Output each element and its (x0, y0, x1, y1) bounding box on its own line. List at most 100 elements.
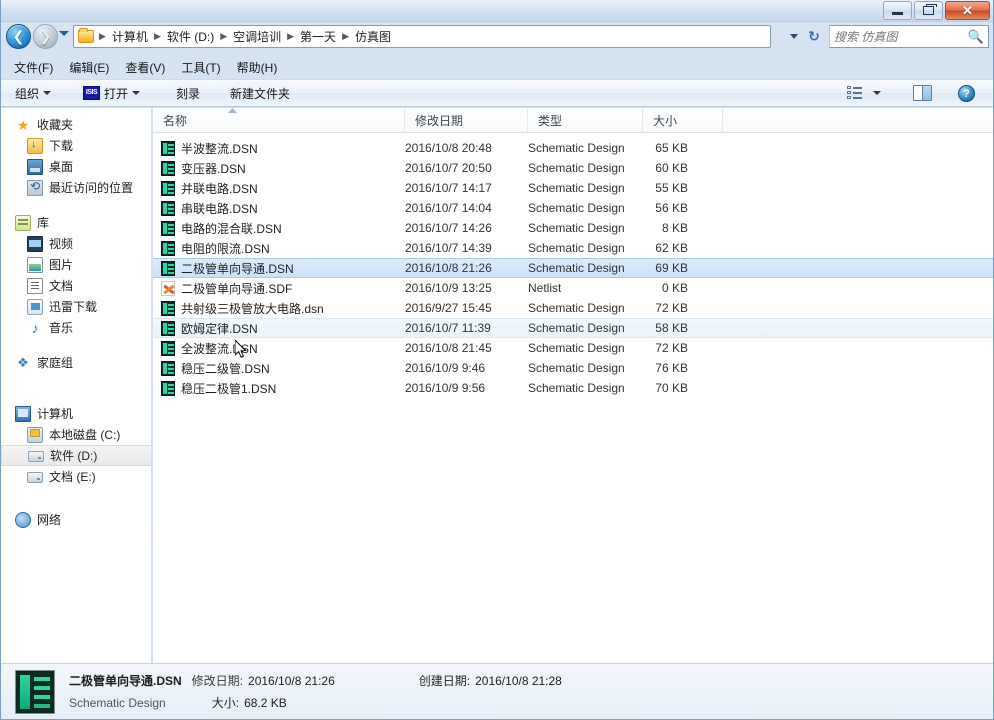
dsn-file-icon (161, 200, 175, 216)
breadcrumb-item-0[interactable]: 计算机 (108, 26, 152, 47)
column-header-date[interactable]: 修改日期 (405, 108, 528, 133)
sidebar-item-documents[interactable]: 文档 (1, 275, 151, 296)
maximize-button[interactable] (914, 1, 943, 20)
file-type-cell: Schematic Design (528, 241, 625, 255)
file-name-label: 并联电路.DSN (181, 181, 258, 196)
sidebar-item-label: 音乐 (49, 321, 74, 335)
sidebar-group-favorites[interactable]: ★ 收藏夹 (1, 114, 151, 135)
breadcrumb-item-3[interactable]: 第一天 (296, 26, 340, 47)
breadcrumb-item-2[interactable]: 空调培训 (229, 26, 285, 47)
column-header-type[interactable]: 类型 (528, 108, 643, 133)
history-dropdown-icon[interactable] (59, 31, 69, 36)
new-folder-button[interactable]: 新建文件夹 (222, 82, 298, 105)
search-input[interactable]: 搜索 仿真图 (834, 28, 968, 45)
file-size-cell: 72 KB (655, 301, 688, 315)
burn-button[interactable]: 刻录 (168, 82, 208, 105)
file-name-cell[interactable]: 半波整流.DSN (161, 140, 258, 157)
forward-button[interactable]: ❯ (33, 24, 58, 49)
chevron-down-icon (43, 91, 52, 95)
file-name-cell[interactable]: 全波整流.DSN (161, 340, 258, 357)
navigation-pane[interactable]: ★ 收藏夹 下载 桌面 最近访问的位置 库 视频 (1, 108, 152, 663)
file-name-cell[interactable]: 串联电路.DSN (161, 200, 258, 217)
menu-help[interactable]: 帮助(H) (230, 57, 285, 78)
sidebar-group-libraries[interactable]: 库 (1, 212, 151, 233)
file-name-cell[interactable]: 电路的混合联.DSN (161, 220, 282, 237)
file-list-pane[interactable]: 名称 修改日期 类型 大小 半波整流.DSN 2016/10/8 20:48 Sch… (153, 108, 993, 663)
sidebar-item-drive-e[interactable]: 文档 (E:) (1, 466, 151, 487)
table-row[interactable]: 电路的混合联.DSN 2016/10/7 14:26 Schematic Desig… (153, 218, 993, 238)
file-name-cell[interactable]: 稳压二级管.DSN (161, 360, 270, 377)
file-date-cell: 2016/10/8 21:26 (405, 261, 492, 275)
file-type-cell: Schematic Design (528, 301, 625, 315)
table-row[interactable]: 电阻的限流.DSN 2016/10/7 14:39 Schematic Design… (153, 238, 993, 258)
drive-icon (28, 451, 44, 462)
column-header-size[interactable]: 大小 (643, 108, 723, 133)
close-button[interactable]: ✕ (945, 1, 990, 20)
sidebar-item-drive-c[interactable]: 本地磁盘 (C:) (1, 424, 151, 445)
file-name-label: 全波整流.DSN (181, 341, 258, 356)
table-row[interactable]: 二极管单向导通.SDF 2016/10/9 13:25 Netlist 0 KB (153, 278, 993, 298)
file-type-cell: Schematic Design (528, 321, 625, 335)
sdf-file-icon (161, 280, 175, 296)
breadcrumb-item-1[interactable]: 软件 (D:) (163, 26, 218, 47)
file-name-cell[interactable]: 并联电路.DSN (161, 180, 258, 197)
breadcrumb[interactable]: ▶ 计算机 ▶ 软件 (D:) ▶ 空调培训 ▶ 第一天 ▶ 仿真图 (73, 25, 771, 48)
search-box[interactable]: 搜索 仿真图 🔍 (829, 25, 989, 48)
help-button[interactable]: ? (950, 82, 983, 105)
table-row[interactable]: 稳压二级管.DSN 2016/10/9 9:46 Schematic Design 7… (153, 358, 993, 378)
table-row[interactable]: 欧姆定律.DSN 2016/10/7 11:39 Schematic Design 5… (153, 318, 993, 338)
table-row[interactable]: 二极管单向导通.DSN 2016/10/8 21:26 Schematic Desi… (153, 258, 993, 278)
sidebar-item-drive-d[interactable]: 软件 (D:) (1, 445, 151, 466)
dsn-file-icon (161, 140, 175, 156)
dsn-file-icon (161, 220, 175, 236)
details-size-value: 68.2 KB (244, 696, 287, 710)
back-button[interactable]: ❮ (6, 24, 31, 49)
file-name-cell[interactable]: 稳压二极管1.DSN (161, 380, 276, 397)
table-row[interactable]: 共射级三极管放大电路.dsn 2016/9/27 15:45 Schematic D… (153, 298, 993, 318)
menu-edit[interactable]: 编辑(E) (62, 57, 116, 78)
file-name-cell[interactable]: 欧姆定律.DSN (161, 320, 258, 337)
video-icon (27, 235, 43, 252)
organize-button[interactable]: 组织 (7, 82, 59, 105)
refresh-button[interactable]: ↻ (803, 25, 825, 48)
menu-view[interactable]: 查看(V) (118, 57, 172, 78)
sidebar-item-pictures[interactable]: 图片 (1, 254, 151, 275)
view-options-button[interactable] (839, 83, 889, 103)
file-name-cell[interactable]: 共射级三极管放大电路.dsn (161, 300, 324, 317)
file-type-cell: Netlist (528, 281, 562, 295)
library-icon (15, 214, 31, 231)
file-name-cell[interactable]: 二极管单向导通.DSN (161, 260, 294, 277)
sidebar-group-computer[interactable]: 计算机 (1, 403, 151, 424)
sidebar-group-network[interactable]: 网络 (1, 509, 151, 530)
menu-tools[interactable]: 工具(T) (174, 57, 227, 78)
file-name-cell[interactable]: 电阻的限流.DSN (161, 240, 270, 257)
table-row[interactable]: 并联电路.DSN 2016/10/7 14:17 Schematic Design 5… (153, 178, 993, 198)
file-name-cell[interactable]: 变压器.DSN (161, 160, 246, 177)
window-controls: ✕ (883, 1, 990, 20)
sidebar-group-homegroup[interactable]: ❖ 家庭组 (1, 352, 151, 373)
sidebar-item-downloads[interactable]: 下载 (1, 135, 151, 156)
menu-file[interactable]: 文件(F) (7, 57, 60, 78)
preview-pane-button[interactable] (905, 82, 940, 104)
file-date-cell: 2016/10/8 20:48 (405, 141, 492, 155)
file-size-cell: 0 KB (661, 281, 688, 295)
breadcrumb-item-4[interactable]: 仿真图 (351, 26, 395, 47)
table-row[interactable]: 串联电路.DSN 2016/10/7 14:04 Schematic Design 5… (153, 198, 993, 218)
file-date-cell: 2016/10/7 14:17 (405, 181, 492, 195)
table-row[interactable]: 半波整流.DSN 2016/10/8 20:48 Schematic Design 6… (153, 138, 993, 158)
column-header-name[interactable]: 名称 (153, 108, 405, 133)
sidebar-item-recent-places[interactable]: 最近访问的位置 (1, 177, 151, 198)
sidebar-item-xunlei[interactable]: 迅雷下载 (1, 296, 151, 317)
sidebar-item-desktop[interactable]: 桌面 (1, 156, 151, 177)
table-row[interactable]: 变压器.DSN 2016/10/7 20:50 Schematic Design 60… (153, 158, 993, 178)
table-row[interactable]: 全波整流.DSN 2016/10/8 21:45 Schematic Design 7… (153, 338, 993, 358)
file-name-cell[interactable]: 二极管单向导通.SDF (161, 280, 292, 297)
table-row[interactable]: 稳压二极管1.DSN 2016/10/9 9:56 Schematic Design… (153, 378, 993, 398)
file-type-cell: Schematic Design (528, 141, 625, 155)
open-button[interactable]: ISIS 打开 (75, 82, 148, 105)
sidebar-item-videos[interactable]: 视频 (1, 233, 151, 254)
address-dropdown-button[interactable] (785, 25, 803, 48)
sidebar-item-music[interactable]: ♪ 音乐 (1, 317, 151, 338)
minimize-button[interactable] (883, 1, 912, 20)
